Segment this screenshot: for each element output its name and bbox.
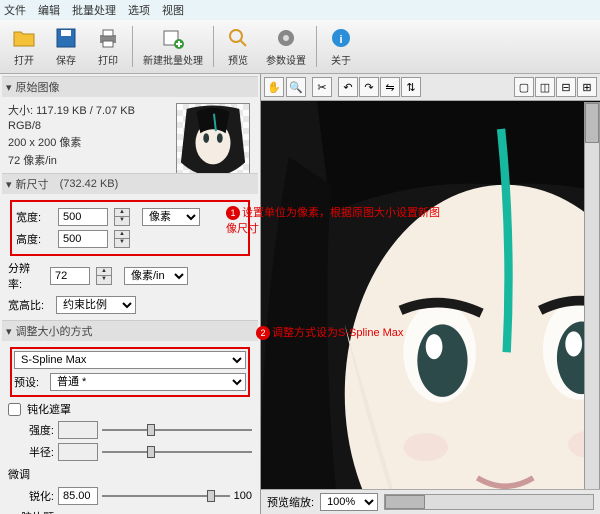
open-button[interactable]: 打开 — [4, 24, 44, 69]
section-original[interactable]: ▾原始图像 — [2, 76, 258, 97]
unit-select[interactable]: 像素 — [142, 208, 200, 226]
about-button[interactable]: i关于 — [321, 24, 361, 69]
rotate-right-icon[interactable]: ↷ — [359, 77, 379, 97]
strength-label: 强度: — [8, 422, 54, 438]
horizontal-scrollbar[interactable] — [384, 494, 594, 510]
section-newsize[interactable]: ▾新尺寸 (732.42 KB) — [2, 173, 258, 194]
zoom-label: 预览缩放: — [267, 494, 314, 510]
section-resize-method[interactable]: ▾调整大小的方式 — [2, 320, 258, 341]
collapse-icon: ▾ — [6, 325, 12, 338]
sharp-input[interactable] — [58, 487, 98, 505]
rotate-left-icon[interactable]: ↶ — [338, 77, 358, 97]
ratio-select[interactable]: 约束比例 — [56, 296, 136, 314]
menu-batch[interactable]: 批量处理 — [72, 2, 116, 18]
width-spinner[interactable]: ▲▼ — [114, 208, 130, 226]
sharp-label: 锐化: — [8, 488, 54, 504]
menu-bar: 文件 编辑 批量处理 选项 视图 — [0, 0, 600, 20]
view-split-v-icon[interactable]: ⊟ — [556, 77, 576, 97]
width-input[interactable] — [58, 208, 108, 226]
height-input[interactable] — [58, 230, 108, 248]
strength-slider[interactable] — [102, 422, 252, 438]
res-label: 分辨率: — [8, 260, 44, 292]
crop-tool-icon[interactable]: ✂ — [312, 77, 332, 97]
annotation-2: 2调整方式设为S-Spline Max — [256, 324, 403, 340]
radius-label: 半径: — [8, 444, 54, 460]
collapse-icon: ▾ — [6, 81, 12, 94]
preview-image[interactable] — [261, 101, 600, 489]
ratio-label: 宽高比: — [8, 297, 50, 313]
main-toolbar: 打开 保存 打印 新建批量处理 预览 参数设置 i关于 — [0, 20, 600, 74]
method-highlight: S-Spline Max 预设: 普通 * — [10, 347, 250, 397]
menu-view[interactable]: 视图 — [162, 2, 184, 18]
preview-toolbar: ✋ 🔍 ✂ ↶ ↷ ⇋ ⇅ ▢ ◫ ⊟ ⊞ — [261, 74, 600, 101]
sharp-slider[interactable] — [102, 488, 230, 504]
preset-label: 预设: — [14, 374, 44, 390]
menu-file[interactable]: 文件 — [4, 2, 26, 18]
annotation-1: 1设置单位为像素，根据原图大小设置新图像尺寸 — [226, 204, 446, 236]
new-batch-button[interactable]: 新建批量处理 — [137, 24, 209, 69]
preset-select[interactable]: 普通 * — [50, 373, 246, 391]
view-split-h-icon[interactable]: ◫ — [535, 77, 555, 97]
zoom-tool-icon[interactable]: 🔍 — [286, 77, 306, 97]
view-quad-icon[interactable]: ⊞ — [577, 77, 597, 97]
preview-button[interactable]: 预览 — [218, 24, 258, 69]
fine-tune-label: 微调 — [8, 463, 252, 485]
radius-slider[interactable] — [102, 444, 252, 460]
collapse-icon: ▾ — [6, 178, 12, 191]
height-spinner[interactable]: ▲▼ — [114, 230, 130, 248]
sharp-max: 100 — [234, 490, 252, 502]
preview-pane: ✋ 🔍 ✂ ↶ ↷ ⇋ ⇅ ▢ ◫ ⊟ ⊞ — [260, 74, 600, 514]
radius-input[interactable] — [58, 443, 98, 461]
width-label: 宽度: — [16, 209, 52, 225]
vertical-scrollbar[interactable] — [584, 102, 600, 490]
flip-h-icon[interactable]: ⇋ — [380, 77, 400, 97]
original-thumbnail — [176, 103, 250, 173]
height-label: 高度: — [16, 231, 52, 247]
print-button[interactable]: 打印 — [88, 24, 128, 69]
unsharp-label: 钝化遮罩 — [27, 401, 71, 417]
view-single-icon[interactable]: ▢ — [514, 77, 534, 97]
menu-edit[interactable]: 编辑 — [38, 2, 60, 18]
res-spinner[interactable]: ▲▼ — [96, 267, 112, 285]
unsharp-checkbox[interactable] — [8, 403, 21, 416]
size-settings-highlight: 宽度: ▲▼ 像素 高度: ▲▼ — [10, 200, 250, 256]
settings-button[interactable]: 参数设置 — [260, 24, 312, 69]
strength-input[interactable] — [58, 421, 98, 439]
save-button[interactable]: 保存 — [46, 24, 86, 69]
menu-options[interactable]: 选项 — [128, 2, 150, 18]
res-unit-select[interactable]: 像素/in — [124, 267, 188, 285]
hand-tool-icon[interactable]: ✋ — [264, 77, 284, 97]
res-input[interactable] — [50, 267, 90, 285]
flip-v-icon[interactable]: ⇅ — [401, 77, 421, 97]
method-select[interactable]: S-Spline Max — [14, 351, 246, 369]
svg-text:i: i — [339, 34, 342, 46]
zoom-select[interactable]: 100% — [320, 493, 378, 511]
left-panel: ▾原始图像 大小: 117.19 KB / 7.07 KB RGB/8 200 … — [0, 74, 260, 514]
preview-footer: 预览缩放: 100% — [261, 489, 600, 514]
